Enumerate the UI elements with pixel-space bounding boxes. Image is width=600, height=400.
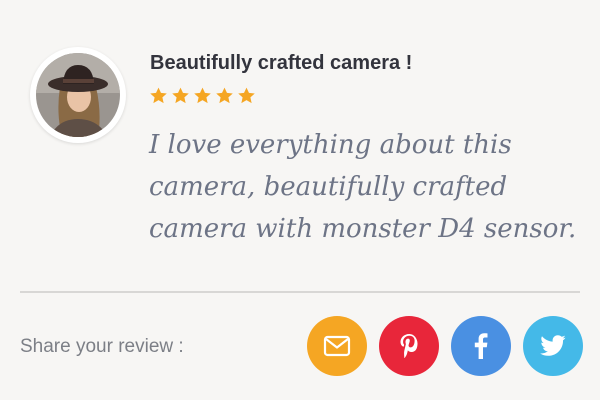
star-icon	[237, 86, 256, 105]
avatar	[30, 47, 126, 143]
review-title: Beautifully crafted camera !	[150, 52, 413, 74]
pinterest-icon	[400, 334, 418, 359]
review-card: Beautifully crafted camera ! I love ever…	[0, 0, 600, 400]
facebook-icon	[474, 333, 488, 359]
twitter-icon	[540, 335, 566, 356]
star-icon	[149, 86, 168, 105]
share-buttons	[307, 316, 583, 376]
share-facebook-button[interactable]	[451, 316, 511, 376]
divider	[20, 291, 580, 293]
star-icon	[171, 86, 190, 105]
share-pinterest-button[interactable]	[379, 316, 439, 376]
review-text: I love everything about this camera, bea…	[149, 130, 577, 244]
star-rating	[149, 86, 256, 105]
star-icon	[193, 86, 212, 105]
share-email-button[interactable]	[307, 316, 367, 376]
share-label: Share your review :	[20, 336, 184, 357]
star-icon	[215, 86, 234, 105]
envelope-icon	[323, 335, 351, 357]
reviewer-photo	[36, 53, 120, 137]
share-twitter-button[interactable]	[523, 316, 583, 376]
